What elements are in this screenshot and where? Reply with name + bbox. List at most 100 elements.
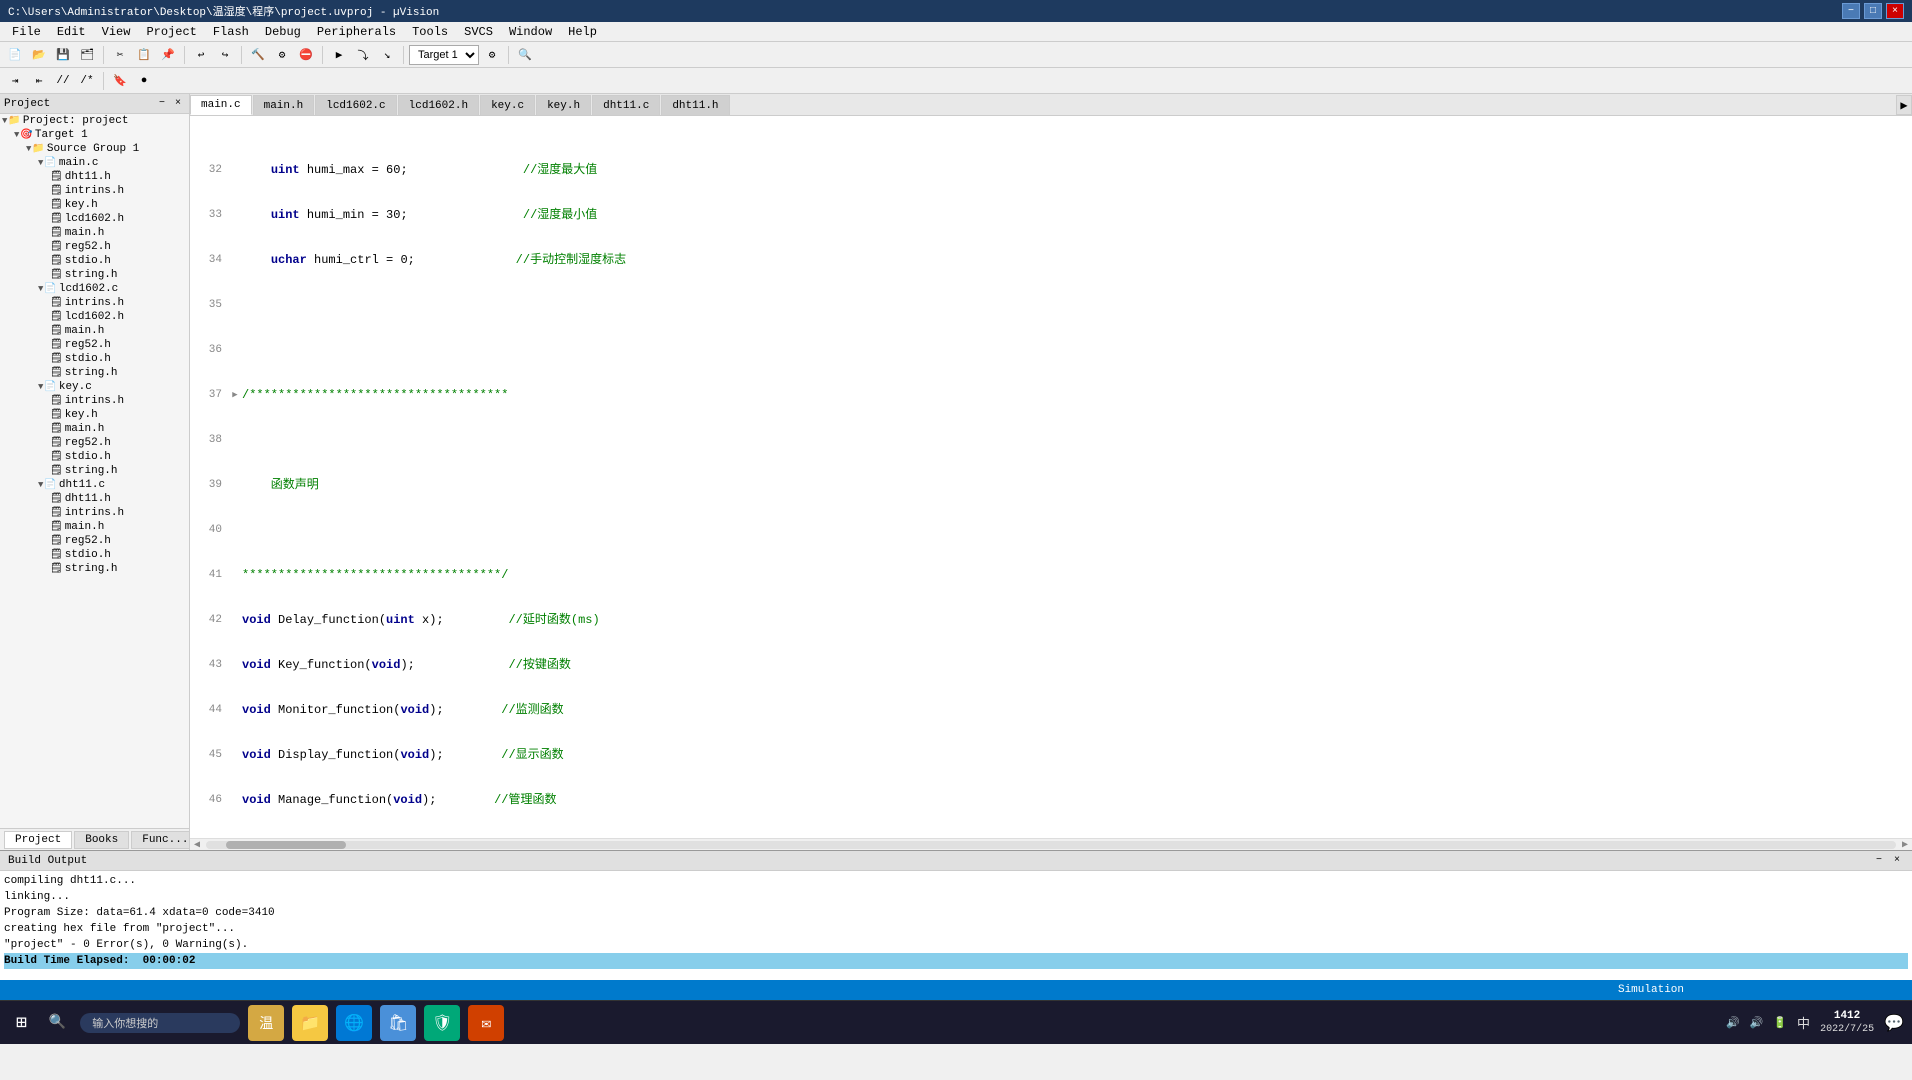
panel-collapse-button[interactable]: − <box>155 97 169 111</box>
scroll-right-btn[interactable]: ▶ <box>1900 839 1910 851</box>
undo-button[interactable]: ↩ <box>190 44 212 66</box>
menu-view[interactable]: View <box>94 23 139 41</box>
tree-main-h-3[interactable]: 🗒 main.h <box>0 422 189 436</box>
tab-dht11-c[interactable]: dht11.c <box>592 95 660 115</box>
tree-key-c[interactable]: ▼ 📄 key.c <box>0 380 189 394</box>
menu-project[interactable]: Project <box>138 23 204 41</box>
taskbar-icon-explorer[interactable]: 📁 <box>292 1005 328 1041</box>
open-button[interactable]: 📂 <box>28 44 50 66</box>
save-button[interactable]: 💾 <box>52 44 74 66</box>
tab-dht11-h[interactable]: dht11.h <box>661 95 729 115</box>
tree-main-h-4[interactable]: 🗒 main.h <box>0 520 189 534</box>
tree-intrins-h-4[interactable]: 🗒 intrins.h <box>0 506 189 520</box>
tree-stdio-h-1[interactable]: 🗒 stdio.h <box>0 254 189 268</box>
tree-string-h-2[interactable]: 🗒 string.h <box>0 366 189 380</box>
paste-button[interactable]: 📌 <box>157 44 179 66</box>
taskbar-icon-store[interactable]: 🛍 <box>380 1005 416 1041</box>
tree-dht11-c[interactable]: ▼ 📄 dht11.c <box>0 478 189 492</box>
close-button[interactable]: × <box>1886 3 1904 19</box>
tree-reg52-h-4[interactable]: 🗒 reg52.h <box>0 534 189 548</box>
stop-button[interactable]: ⛔ <box>295 44 317 66</box>
uncomment-button[interactable]: /* <box>76 70 98 92</box>
tree-reg52-h-1[interactable]: 🗒 reg52.h <box>0 240 189 254</box>
find-button[interactable]: 🔍 <box>514 44 536 66</box>
tree-reg52-h-2[interactable]: 🗒 reg52.h <box>0 338 189 352</box>
tree-main-c[interactable]: ▼ 📄 main.c <box>0 156 189 170</box>
tab-lcd1602-c[interactable]: lcd1602.c <box>315 95 396 115</box>
tree-project-root[interactable]: ▼ 📁 Project: project <box>0 114 189 128</box>
menu-file[interactable]: File <box>4 23 49 41</box>
tree-source-group[interactable]: ▼ 📁 Source Group 1 <box>0 142 189 156</box>
search-button[interactable]: 🔍 <box>43 1014 72 1031</box>
menu-debug[interactable]: Debug <box>257 23 309 41</box>
redo-button[interactable]: ↪ <box>214 44 236 66</box>
menu-peripherals[interactable]: Peripherals <box>309 23 404 41</box>
tree-lcd1602-h-1[interactable]: 🗒 lcd1602.h <box>0 212 189 226</box>
tree-intrins-h-2[interactable]: 🗒 intrins.h <box>0 296 189 310</box>
tab-project[interactable]: Project <box>4 831 72 849</box>
start-button[interactable]: ⊞ <box>8 1012 35 1034</box>
panel-close-button[interactable]: × <box>171 97 185 111</box>
scroll-thumb[interactable] <box>226 841 346 849</box>
tree-dht11-h-2[interactable]: 🗒 dht11.h <box>0 492 189 506</box>
tree-string-h-3[interactable]: 🗒 string.h <box>0 464 189 478</box>
horizontal-scrollbar[interactable]: ◀ ▶ <box>190 838 1912 850</box>
tab-key-c[interactable]: key.c <box>480 95 535 115</box>
menu-window[interactable]: Window <box>501 23 560 41</box>
tab-main-h[interactable]: main.h <box>253 95 315 115</box>
minimize-button[interactable]: − <box>1842 3 1860 19</box>
tree-target1[interactable]: ▼ 🎯 Target 1 <box>0 128 189 142</box>
tree-stdio-h-2[interactable]: 🗒 stdio.h <box>0 352 189 366</box>
tree-main-h-1[interactable]: 🗒 main.h <box>0 226 189 240</box>
step-over-button[interactable]: ⤵ <box>352 44 374 66</box>
search-box[interactable]: 输入你想搜的 <box>80 1013 240 1033</box>
notification-button[interactable]: 💬 <box>1884 1013 1904 1033</box>
save-all-button[interactable]: 🗂 <box>76 44 98 66</box>
target-selector[interactable]: Target 1 <box>409 45 479 65</box>
menu-edit[interactable]: Edit <box>49 23 94 41</box>
tree-intrins-h-1[interactable]: 🗒 intrins.h <box>0 184 189 198</box>
bookmark-button[interactable]: 🔖 <box>109 70 131 92</box>
build-button[interactable]: 🔨 <box>247 44 269 66</box>
tree-intrins-h-3[interactable]: 🗒 intrins.h <box>0 394 189 408</box>
menu-tools[interactable]: Tools <box>404 23 456 41</box>
comment-button[interactable]: // <box>52 70 74 92</box>
taskbar-icon-shield[interactable]: 🛡 <box>424 1005 460 1041</box>
maximize-button[interactable]: □ <box>1864 3 1882 19</box>
tab-main-c[interactable]: main.c <box>190 95 252 115</box>
copy-button[interactable]: 📋 <box>133 44 155 66</box>
tree-lcd1602-h-2[interactable]: 🗒 lcd1602.h <box>0 310 189 324</box>
outdent-button[interactable]: ⇤ <box>28 70 50 92</box>
window-controls[interactable]: − □ × <box>1842 3 1904 19</box>
menu-svcs[interactable]: SVCS <box>456 23 501 41</box>
tree-key-h-1[interactable]: 🗒 key.h <box>0 198 189 212</box>
tree-dht11-h-1[interactable]: 🗒 dht11.h <box>0 170 189 184</box>
debug-start-button[interactable]: ▶ <box>328 44 350 66</box>
tab-scroll-right[interactable]: ▶ <box>1896 95 1912 115</box>
new-button[interactable]: 📄 <box>4 44 26 66</box>
tree-key-h-2[interactable]: 🗒 key.h <box>0 408 189 422</box>
cut-button[interactable]: ✂ <box>109 44 131 66</box>
tree-stdio-h-3[interactable]: 🗒 stdio.h <box>0 450 189 464</box>
taskbar-icon-mail[interactable]: ✉ <box>468 1005 504 1041</box>
step-in-button[interactable]: ↘ <box>376 44 398 66</box>
tab-functions[interactable]: Func... <box>131 831 190 849</box>
tab-books[interactable]: Books <box>74 831 129 849</box>
tree-stdio-h-4[interactable]: 🗒 stdio.h <box>0 548 189 562</box>
rebuild-button[interactable]: ⚙ <box>271 44 293 66</box>
taskbar-input-method[interactable]: 中 <box>1797 1013 1810 1032</box>
build-panel-close[interactable]: × <box>1890 854 1904 868</box>
tree-string-h-4[interactable]: 🗒 string.h <box>0 562 189 576</box>
tab-key-h[interactable]: key.h <box>536 95 591 115</box>
options-button[interactable]: ⚙ <box>481 44 503 66</box>
build-panel-collapse[interactable]: − <box>1872 854 1886 868</box>
menu-flash[interactable]: Flash <box>205 23 257 41</box>
scroll-left-btn[interactable]: ◀ <box>192 839 202 851</box>
taskbar-icon-wenwen[interactable]: 温 <box>248 1005 284 1041</box>
tree-reg52-h-3[interactable]: 🗒 reg52.h <box>0 436 189 450</box>
tree-lcd1602-c[interactable]: ▼ 📄 lcd1602.c <box>0 282 189 296</box>
scroll-track[interactable] <box>206 841 1896 849</box>
breakpoint-button[interactable]: ● <box>133 70 155 92</box>
tree-string-h-1[interactable]: 🗒 string.h <box>0 268 189 282</box>
menu-help[interactable]: Help <box>560 23 605 41</box>
